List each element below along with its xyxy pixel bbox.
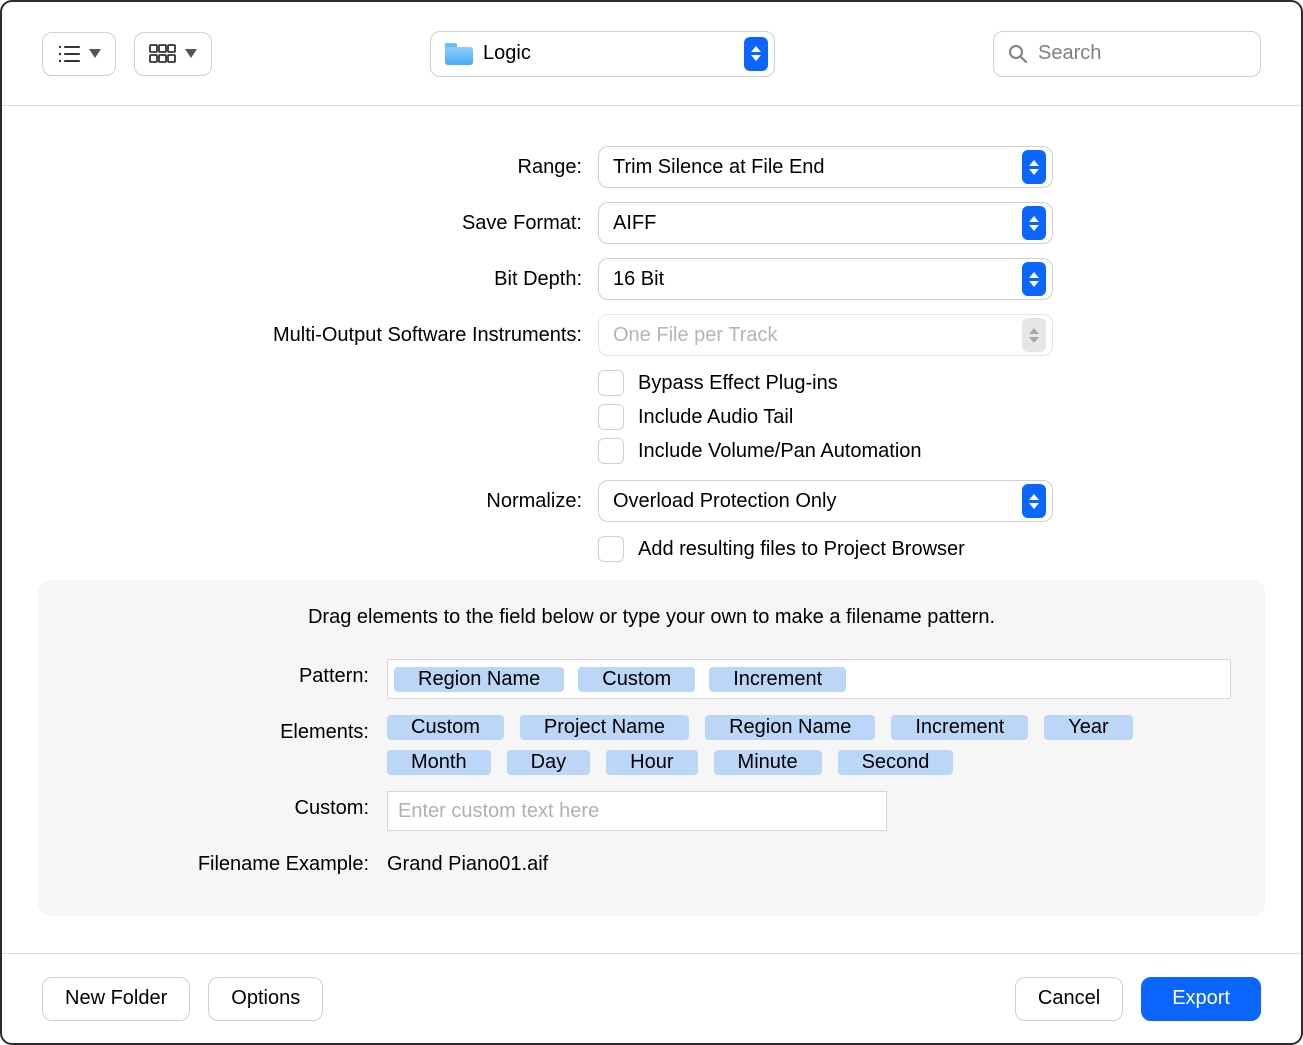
normalize-select[interactable]: Overload Protection Only (598, 480, 1053, 522)
add-to-browser-label: Add resulting files to Project Browser (638, 538, 965, 561)
stepper-icon (1022, 206, 1046, 240)
range-value: Trim Silence at File End (613, 156, 1022, 179)
pattern-token[interactable]: Custom (578, 667, 695, 692)
include-volpan-label: Include Volume/Pan Automation (638, 440, 922, 463)
pattern-field[interactable]: Region Name Custom Increment (387, 659, 1231, 699)
stepper-icon (1022, 150, 1046, 184)
elements-list: Custom Project Name Region Name Increment Ye… (387, 715, 1231, 775)
bypass-plugins-label: Bypass Effect Plug-ins (638, 372, 838, 395)
add-to-browser-checkbox[interactable] (598, 536, 624, 562)
range-select[interactable]: Trim Silence at File End (598, 146, 1053, 188)
element-token[interactable]: Project Name (520, 715, 689, 740)
include-tail-checkbox[interactable] (598, 404, 624, 430)
element-token[interactable]: Increment (891, 715, 1028, 740)
element-token[interactable]: Year (1044, 715, 1132, 740)
include-tail-label: Include Audio Tail (638, 406, 793, 429)
chevron-down-icon (89, 49, 101, 58)
multi-output-select: One File per Track (598, 314, 1053, 356)
element-token[interactable]: Hour (606, 750, 697, 775)
save-format-label: Save Format: (38, 212, 598, 235)
pattern-label: Pattern: (72, 659, 387, 688)
list-icon (57, 44, 81, 64)
pattern-token[interactable]: Increment (709, 667, 846, 692)
export-form: Range: Trim Silence at File End Save For… (38, 146, 1265, 916)
folder-icon (445, 43, 473, 65)
view-mode-button[interactable] (134, 32, 212, 76)
pattern-help-text: Drag elements to the field below or type… (72, 606, 1231, 629)
filename-example-label: Filename Example: (72, 847, 387, 876)
sidebar-toggle-button[interactable] (42, 32, 116, 76)
export-dialog: Logic Search Range: Trim Silence at File… (0, 0, 1303, 1045)
save-format-select[interactable]: AIFF (598, 202, 1053, 244)
stepper-icon (1022, 484, 1046, 518)
element-token[interactable]: Custom (387, 715, 504, 740)
options-button[interactable]: Options (208, 977, 323, 1021)
pattern-token[interactable]: Region Name (394, 667, 564, 692)
multi-output-value: One File per Track (613, 324, 1022, 347)
custom-text-input[interactable] (387, 791, 887, 831)
new-folder-label: New Folder (65, 987, 167, 1010)
bit-depth-select[interactable]: 16 Bit (598, 258, 1053, 300)
stepper-icon (744, 37, 768, 71)
cancel-button[interactable]: Cancel (1015, 977, 1123, 1021)
location-label: Logic (483, 42, 734, 65)
element-token[interactable]: Region Name (705, 715, 875, 740)
element-token[interactable]: Day (507, 750, 591, 775)
element-token[interactable]: Month (387, 750, 491, 775)
custom-label: Custom: (72, 791, 387, 820)
search-icon (1008, 44, 1028, 64)
include-volpan-checkbox[interactable] (598, 438, 624, 464)
dialog-body: Range: Trim Silence at File End Save For… (2, 106, 1301, 953)
grid-icon (149, 44, 177, 64)
cancel-label: Cancel (1038, 987, 1100, 1010)
filename-example-value: Grand Piano01.aif (387, 847, 1231, 876)
search-placeholder: Search (1038, 42, 1101, 65)
save-format-value: AIFF (613, 212, 1022, 235)
bit-depth-value: 16 Bit (613, 268, 1022, 291)
elements-label: Elements: (72, 715, 387, 744)
bit-depth-label: Bit Depth: (38, 268, 598, 291)
new-folder-button[interactable]: New Folder (42, 977, 190, 1021)
toolbar: Logic Search (2, 2, 1301, 106)
search-field[interactable]: Search (993, 31, 1261, 77)
multi-output-label: Multi-Output Software Instruments: (38, 324, 598, 347)
element-token[interactable]: Second (838, 750, 954, 775)
range-label: Range: (38, 156, 598, 179)
dialog-footer: New Folder Options Cancel Export (2, 953, 1301, 1043)
stepper-icon (1022, 318, 1046, 352)
export-label: Export (1172, 987, 1230, 1010)
element-token[interactable]: Minute (714, 750, 822, 775)
normalize-value: Overload Protection Only (613, 490, 1022, 513)
location-dropdown[interactable]: Logic (430, 31, 775, 77)
export-button[interactable]: Export (1141, 977, 1261, 1021)
chevron-down-icon (185, 49, 197, 58)
options-label: Options (231, 987, 300, 1010)
stepper-icon (1022, 262, 1046, 296)
bypass-plugins-checkbox[interactable] (598, 370, 624, 396)
filename-pattern-box: Drag elements to the field below or type… (38, 580, 1265, 916)
normalize-label: Normalize: (38, 490, 598, 513)
